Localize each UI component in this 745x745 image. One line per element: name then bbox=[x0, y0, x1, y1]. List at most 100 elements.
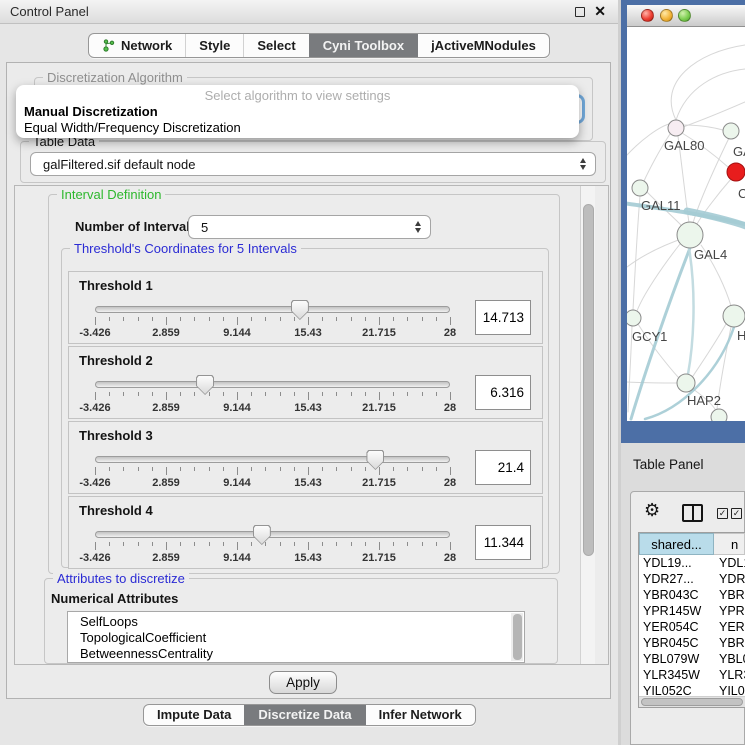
tab-network[interactable]: Network bbox=[89, 34, 185, 57]
checkbox-icon[interactable]: ✓ bbox=[717, 508, 728, 519]
network-node-gcy1[interactable] bbox=[627, 310, 641, 326]
tick-mark bbox=[265, 542, 266, 546]
tick-mark bbox=[407, 392, 408, 396]
tab-discretize-data[interactable]: Discretize Data bbox=[244, 705, 364, 725]
column-header-name[interactable]: n bbox=[714, 533, 745, 555]
table-row[interactable]: YLR345WYLR3 bbox=[639, 667, 745, 683]
tick-mark bbox=[95, 392, 96, 400]
tick-mark bbox=[237, 542, 238, 550]
number-of-intervals-label: Number of Intervals bbox=[75, 219, 197, 234]
tick-mark bbox=[422, 317, 423, 321]
slider-track[interactable] bbox=[95, 456, 450, 463]
gear-icon[interactable]: ⚙ bbox=[644, 501, 660, 521]
attribute-item-betweennesscentrality[interactable]: BetweennessCentrality bbox=[68, 646, 524, 662]
tick-label: 2.859 bbox=[152, 552, 180, 564]
close-traffic-light-icon[interactable] bbox=[641, 9, 654, 22]
tick-mark bbox=[265, 467, 266, 471]
numerical-attributes-list[interactable]: SelfLoopsTopologicalCoefficientBetweenne… bbox=[67, 611, 525, 663]
tick-mark bbox=[180, 467, 181, 471]
threshold-slider[interactable]: -3.4262.8599.14415.4321.71528 bbox=[95, 300, 450, 344]
tick-label: 2.859 bbox=[152, 402, 180, 414]
tick-mark bbox=[294, 467, 295, 471]
cell-name: YER0 bbox=[714, 619, 745, 635]
tick-mark bbox=[379, 317, 380, 325]
checkbox-icon[interactable]: ✓ bbox=[731, 508, 742, 519]
zoom-traffic-light-icon[interactable] bbox=[678, 9, 691, 22]
table-row[interactable]: YBR045CYBR0 bbox=[639, 635, 745, 651]
tab-cyni-toolbox[interactable]: Cyni Toolbox bbox=[309, 34, 417, 57]
table-scrollbar-thumb[interactable] bbox=[641, 698, 743, 706]
node-label: GAL11 bbox=[641, 198, 681, 213]
tick-label: 9.144 bbox=[223, 552, 251, 564]
tab-jactivemnodules[interactable]: jActiveMNodules bbox=[417, 34, 549, 57]
threshold-label: Threshold 4 bbox=[79, 503, 153, 518]
list-scrollbar[interactable] bbox=[511, 613, 523, 661]
panel-scrollbar-thumb[interactable] bbox=[583, 204, 594, 556]
float-window-icon[interactable] bbox=[575, 7, 585, 17]
table-row[interactable]: YER054CYER0 bbox=[639, 619, 745, 635]
network-titlebar[interactable] bbox=[627, 5, 745, 27]
threshold-value-field[interactable]: 14.713 bbox=[475, 300, 531, 335]
threshold-slider[interactable]: -3.4262.8599.14415.4321.71528 bbox=[95, 375, 450, 419]
column-header-shared-name[interactable]: shared... bbox=[639, 533, 714, 555]
slider-tick-labels: -3.4262.8599.14415.4321.71528 bbox=[95, 477, 450, 490]
table-row[interactable]: YDR27...YDR2 bbox=[639, 571, 745, 587]
numerical-attributes-header: Numerical Attributes bbox=[51, 591, 178, 606]
tick-mark bbox=[280, 392, 281, 396]
table-row[interactable]: YDL19...YDL1 bbox=[639, 555, 745, 571]
columns-icon[interactable] bbox=[682, 504, 703, 522]
number-of-intervals-combo[interactable]: 5 bbox=[188, 215, 431, 239]
cell-shared-name: YPR145W bbox=[639, 603, 714, 619]
tab-infer-network[interactable]: Infer Network bbox=[365, 705, 475, 725]
algorithm-option-manual-discretization[interactable]: Manual Discretization bbox=[16, 104, 579, 120]
slider-track[interactable] bbox=[95, 381, 450, 388]
apply-button[interactable]: Apply bbox=[269, 671, 337, 694]
control-panel-window: Control Panel ✕ NetworkStyleSelectCyni T… bbox=[0, 0, 618, 745]
algorithm-option-equal-width-frequency-discretization[interactable]: Equal Width/Frequency Discretization bbox=[16, 120, 579, 136]
tick-mark bbox=[123, 317, 124, 321]
tick-mark bbox=[322, 317, 323, 321]
tick-mark bbox=[336, 317, 337, 321]
tick-label: 28 bbox=[444, 402, 456, 414]
cell-name: YBR0 bbox=[714, 635, 745, 651]
slider-track[interactable] bbox=[95, 531, 450, 538]
slider-track[interactable] bbox=[95, 306, 450, 313]
minimize-traffic-light-icon[interactable] bbox=[660, 9, 673, 22]
network-node-c[interactable] bbox=[727, 163, 745, 181]
tick-mark bbox=[322, 542, 323, 546]
network-node-gal11[interactable] bbox=[632, 180, 648, 196]
table-row[interactable]: YPR145WYPR1 bbox=[639, 603, 745, 619]
tick-label: -3.426 bbox=[79, 552, 110, 564]
table-row[interactable]: YBL079WYBL0 bbox=[639, 651, 745, 667]
cell-shared-name: YDL19... bbox=[639, 555, 714, 571]
network-node-ga[interactable] bbox=[723, 123, 739, 139]
tick-mark bbox=[123, 542, 124, 546]
tick-mark bbox=[436, 467, 437, 471]
list-scrollbar-thumb[interactable] bbox=[513, 614, 522, 660]
threshold-slider[interactable]: -3.4262.8599.14415.4321.71528 bbox=[95, 525, 450, 569]
network-node-hap2[interactable] bbox=[677, 374, 695, 392]
network-node[interactable] bbox=[711, 409, 727, 421]
close-icon[interactable]: ✕ bbox=[594, 3, 606, 20]
slider-ticks bbox=[95, 317, 450, 326]
tab-select[interactable]: Select bbox=[243, 34, 308, 57]
table-data-combo[interactable]: galFiltered.sif default node bbox=[30, 152, 596, 176]
tick-mark bbox=[336, 542, 337, 546]
tick-label: -3.426 bbox=[79, 477, 110, 489]
tab-style[interactable]: Style bbox=[185, 34, 243, 57]
network-node-h[interactable] bbox=[723, 305, 745, 327]
threshold-value-field[interactable]: 6.316 bbox=[475, 375, 531, 410]
threshold-value-field[interactable]: 11.344 bbox=[475, 525, 531, 560]
network-canvas[interactable]: GAL80GACGAL11GAL4GCY1HHAP2 bbox=[627, 27, 745, 421]
attribute-item-topologicalcoefficient[interactable]: TopologicalCoefficient bbox=[68, 630, 524, 646]
tab-impute-data[interactable]: Impute Data bbox=[144, 705, 244, 725]
threshold-value-field[interactable]: 21.4 bbox=[475, 450, 531, 485]
attribute-item-selfloops[interactable]: SelfLoops bbox=[68, 614, 524, 630]
network-node-gal80[interactable] bbox=[668, 120, 684, 136]
tick-mark bbox=[379, 392, 380, 400]
table-row[interactable]: YBR043CYBR0 bbox=[639, 587, 745, 603]
table-horizontal-scrollbar[interactable] bbox=[639, 696, 745, 707]
threshold-slider[interactable]: -3.4262.8599.14415.4321.71528 bbox=[95, 450, 450, 494]
panel-scrollbar[interactable] bbox=[580, 186, 595, 664]
network-node-gal4[interactable] bbox=[677, 222, 703, 248]
